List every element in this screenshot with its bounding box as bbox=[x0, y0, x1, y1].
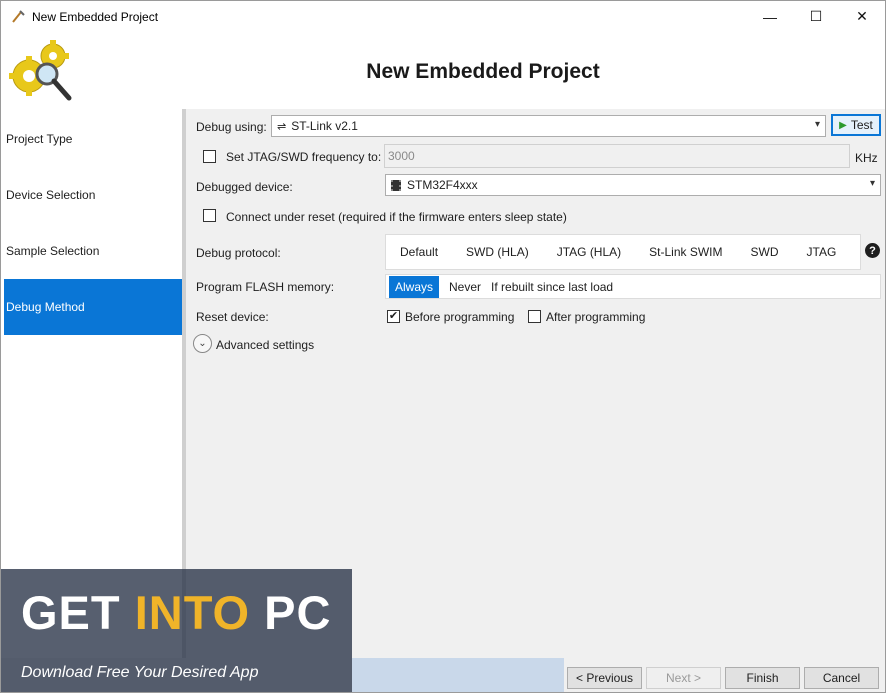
sidebar-item-device-selection[interactable]: Device Selection bbox=[4, 167, 182, 223]
previous-button[interactable]: < Previous bbox=[567, 667, 642, 689]
wizard-header: New Embedded Project bbox=[1, 32, 885, 109]
flash-option-never[interactable]: Never bbox=[439, 276, 489, 298]
usb-icon: ⇌ bbox=[277, 120, 287, 133]
reset-device-label: Reset device: bbox=[196, 310, 269, 324]
test-button-label: Test bbox=[850, 118, 873, 132]
checkmark-icon: ✔ bbox=[388, 310, 399, 322]
jtag-frequency-unit: KHz bbox=[855, 151, 878, 165]
jtag-frequency-label: Set JTAG/SWD frequency to: bbox=[226, 150, 382, 164]
maximize-button[interactable]: ☐ bbox=[793, 1, 839, 32]
protocol-option-stlink-swim[interactable]: St-Link SWIM bbox=[635, 241, 736, 263]
watermark-text-a: GET bbox=[21, 586, 135, 639]
minimize-button[interactable]: — bbox=[747, 1, 793, 32]
connect-under-reset-label: Connect under reset (required if the fir… bbox=[226, 210, 567, 224]
debugged-device-label: Debugged device: bbox=[196, 180, 293, 194]
protocol-option-swd[interactable]: SWD bbox=[737, 241, 793, 263]
debug-protocol-label: Debug protocol: bbox=[196, 246, 281, 260]
advanced-settings-link[interactable]: Advanced settings bbox=[216, 338, 314, 352]
help-icon[interactable]: ? bbox=[865, 243, 880, 258]
title-bar: New Embedded Project — ☐ ✕ bbox=[1, 1, 885, 32]
program-flash-label: Program FLASH memory: bbox=[196, 280, 335, 294]
protocol-option-jtag-hla[interactable]: JTAG (HLA) bbox=[543, 241, 635, 263]
debugged-device-select[interactable]: STM32F4xxx ▾ bbox=[385, 174, 881, 196]
jtag-frequency-checkbox[interactable] bbox=[203, 150, 216, 163]
expand-chevron-icon[interactable]: ⌄ bbox=[193, 334, 212, 353]
play-icon: ▶ bbox=[839, 119, 847, 131]
protocol-option-default[interactable]: Default bbox=[386, 241, 452, 263]
app-icon bbox=[10, 9, 26, 25]
cancel-button[interactable]: Cancel bbox=[804, 667, 879, 689]
page-heading: New Embedded Project bbox=[366, 60, 600, 83]
sidebar-item-project-type[interactable]: Project Type bbox=[4, 111, 182, 167]
finish-button[interactable]: Finish bbox=[725, 667, 800, 689]
test-button[interactable]: ▶ Test bbox=[831, 114, 881, 136]
watermark-logo-text: GET INTO PC bbox=[21, 585, 331, 640]
before-programming-checkbox[interactable]: ✔ bbox=[387, 310, 400, 323]
sidebar-item-sample-selection[interactable]: Sample Selection bbox=[4, 223, 182, 279]
jtag-frequency-input[interactable]: 3000 bbox=[384, 144, 850, 168]
flash-option-always[interactable]: Always bbox=[389, 275, 440, 298]
debug-using-select[interactable]: ⇌ ST-Link v2.1 ▾ bbox=[271, 115, 826, 137]
connect-under-reset-checkbox[interactable] bbox=[203, 209, 216, 222]
protocol-option-jtag[interactable]: JTAG bbox=[793, 241, 851, 263]
chevron-down-icon: ▾ bbox=[869, 178, 875, 189]
watermark-strip bbox=[352, 658, 564, 692]
protocol-option-swd-hla[interactable]: SWD (HLA) bbox=[452, 241, 543, 263]
debug-protocol-selector: Default SWD (HLA) JTAG (HLA) St-Link SWI… bbox=[385, 234, 861, 270]
chip-icon bbox=[391, 179, 401, 191]
watermark-text-b: INTO bbox=[134, 586, 251, 639]
after-programming-label: After programming bbox=[546, 310, 646, 324]
flash-option-if-rebuilt[interactable]: If rebuilt since last load bbox=[489, 276, 621, 298]
watermark-tagline: Download Free Your Desired App bbox=[21, 664, 259, 681]
next-button[interactable]: Next > bbox=[646, 667, 721, 689]
chevron-down-icon: ▾ bbox=[814, 119, 820, 130]
watermark-overlay: GET INTO PC Download Free Your Desired A… bbox=[1, 569, 352, 692]
debug-using-label: Debug using: bbox=[196, 120, 267, 134]
watermark-text-c: PC bbox=[250, 586, 332, 639]
window-title: New Embedded Project bbox=[32, 9, 159, 24]
program-flash-selector: Always Never If rebuilt since last load bbox=[385, 274, 881, 299]
close-button[interactable]: ✕ bbox=[839, 1, 885, 32]
after-programming-checkbox[interactable] bbox=[528, 310, 541, 323]
debug-using-value: ST-Link v2.1 bbox=[291, 119, 358, 133]
debugged-device-value: STM32F4xxx bbox=[407, 178, 478, 192]
dialog-window: New Embedded Project — ☐ ✕ New Embedded … bbox=[0, 0, 886, 693]
before-programming-label: Before programming bbox=[405, 310, 515, 324]
sidebar-item-debug-method[interactable]: Debug Method bbox=[4, 279, 182, 335]
